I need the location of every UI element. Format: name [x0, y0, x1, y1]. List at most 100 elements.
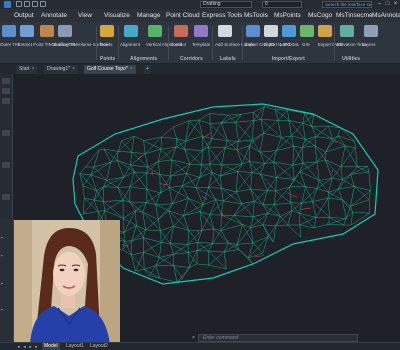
command-line[interactable]: × Enter command — [192, 334, 358, 342]
export-ifc-button[interactable] — [264, 25, 278, 37]
new-tab-button[interactable]: + — [144, 65, 151, 74]
tin-edge — [171, 159, 190, 165]
menu-mstinsecme[interactable]: MsTinsecme — [336, 11, 373, 20]
menu-mspoints[interactable]: MsPoints — [274, 11, 301, 20]
tin-edge — [313, 217, 317, 228]
maximize-icon[interactable]: □ — [384, 1, 391, 7]
tin-edge — [236, 172, 253, 193]
menu-annotate[interactable]: Annotate — [41, 11, 67, 20]
tin-edge — [129, 201, 136, 211]
menu-mstools[interactable]: MsTools — [244, 11, 268, 20]
tin-edge — [197, 263, 209, 266]
tin-edge — [233, 215, 243, 225]
panel-tool-icon[interactable] — [2, 88, 10, 94]
export-dwg-button[interactable] — [318, 25, 332, 37]
minimize-icon[interactable]: – — [376, 1, 383, 7]
outer-tin-button[interactable] — [2, 25, 16, 37]
panel-tool-icon[interactable] — [2, 98, 10, 104]
extract-point-button[interactable] — [20, 25, 34, 37]
elevation-tints-button[interactable] — [340, 25, 354, 37]
search-input[interactable]: Search the interface settings — [322, 1, 372, 8]
panel-field[interactable]: ▪ — [1, 281, 3, 286]
ribbon-group-divider — [212, 26, 213, 60]
tin-edge — [171, 159, 187, 174]
menu-msannotations[interactable]: MsAnnotations — [372, 11, 400, 20]
first-layout-icon[interactable]: ◂ — [16, 344, 21, 349]
tin-edge — [276, 165, 294, 178]
corridor-button[interactable] — [174, 25, 188, 37]
panel-tool-icon[interactable] — [2, 194, 10, 200]
add-surface-labels-button[interactable] — [218, 25, 232, 37]
outer-tin-label: Outer TIN — [0, 42, 20, 47]
alignment-button[interactable] — [124, 25, 138, 37]
prev-layout-icon[interactable]: ◂ — [22, 344, 27, 349]
panel-field[interactable]: ▪ — [1, 253, 3, 258]
shading-button[interactable] — [40, 25, 54, 37]
save-icon[interactable] — [32, 1, 38, 7]
tin-edge — [188, 252, 190, 268]
close-tab-icon[interactable]: × — [72, 66, 75, 72]
layer-select[interactable]: 0 — [262, 1, 302, 8]
points-button[interactable] — [100, 25, 114, 37]
new-file-icon[interactable] — [16, 1, 22, 7]
tab-label: Golf Course Topo* — [87, 66, 128, 72]
tin-edge — [331, 166, 342, 179]
tin-edge — [250, 189, 255, 202]
vertical-alignment-button[interactable] — [148, 25, 162, 37]
menu-mscogo[interactable]: MsCogo — [308, 11, 332, 20]
tab-golf-course-topo[interactable]: Golf Course Topo* × — [84, 65, 136, 74]
panel-tool-icon[interactable] — [2, 130, 10, 136]
menu-express-tools[interactable]: Express Tools — [202, 11, 242, 20]
tin-volume-button[interactable] — [58, 25, 72, 37]
panel-field[interactable]: ▪ — [1, 235, 3, 240]
tin-edge — [209, 147, 226, 164]
close-icon[interactable]: × — [392, 1, 399, 7]
menu-manage[interactable]: Manage — [137, 11, 161, 20]
tab-model[interactable]: Model — [42, 343, 60, 350]
close-tab-icon[interactable]: × — [32, 66, 35, 72]
tin-edge — [220, 164, 222, 176]
panel-tool-icon[interactable] — [2, 162, 10, 168]
app-logo-icon[interactable] — [4, 1, 11, 8]
template-button[interactable] — [194, 25, 208, 37]
last-layout-icon[interactable]: ▸ — [34, 344, 39, 349]
panel-field[interactable]: ▪ — [1, 307, 3, 312]
menu-output[interactable]: Output — [14, 11, 34, 20]
tin-edge — [202, 146, 209, 151]
tab-layout1[interactable]: Layout1 — [64, 343, 86, 350]
landxml-button[interactable] — [282, 25, 296, 37]
tin-edge — [145, 219, 159, 230]
tin-edge — [220, 171, 238, 177]
import-civil3d-button[interactable] — [246, 25, 260, 37]
menu-point-cloud[interactable]: Point Cloud — [166, 11, 200, 20]
tin-edge — [189, 150, 203, 165]
open-file-icon[interactable] — [24, 1, 30, 7]
close-command-icon[interactable]: × — [192, 335, 195, 341]
close-tab-icon[interactable]: × — [130, 66, 133, 72]
tin-edge — [135, 210, 137, 226]
tab-start[interactable]: Start × — [16, 65, 38, 74]
layers-button[interactable] — [364, 25, 378, 37]
tin-edge — [201, 150, 203, 165]
tin-edge — [187, 244, 189, 253]
tin-edge — [327, 198, 330, 218]
tab-layout2[interactable]: Layout2 — [88, 343, 110, 350]
tab-drawing1[interactable]: Drawing1* × — [44, 65, 78, 74]
tin-edge — [173, 126, 177, 139]
tin-edge — [142, 211, 159, 220]
tin-edge — [215, 199, 222, 216]
tin-edge — [93, 186, 104, 201]
tin-edge — [292, 165, 295, 180]
tin-edge — [305, 186, 318, 189]
next-layout-icon[interactable]: ▸ — [28, 344, 33, 349]
tin-edge — [262, 204, 281, 217]
gis-button[interactable] — [300, 25, 314, 37]
menu-visualize[interactable]: Visualize — [104, 11, 130, 20]
panel-tool-icon[interactable] — [2, 78, 10, 84]
menu-view[interactable]: View — [78, 11, 92, 20]
print-icon[interactable] — [40, 1, 46, 7]
workspace-select[interactable]: Drafting — [200, 1, 252, 8]
tin-edge — [157, 219, 161, 231]
tin-edge — [93, 150, 100, 168]
tin-edge — [161, 242, 171, 244]
